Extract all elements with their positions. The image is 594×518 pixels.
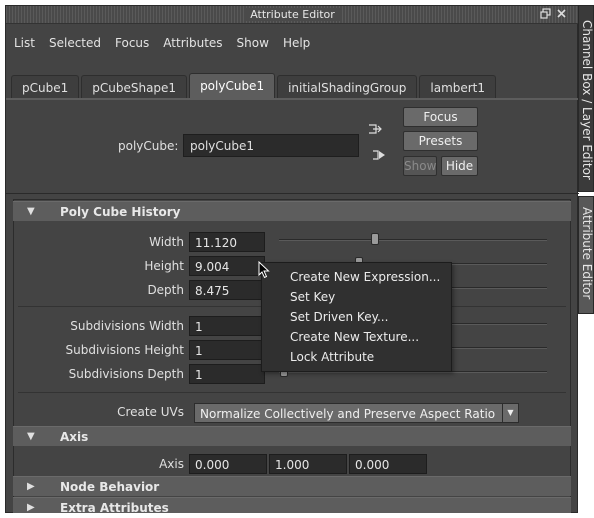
- axis-label: Axis: [159, 457, 184, 471]
- axis-y-field[interactable]: 1.000: [269, 454, 347, 474]
- height-label: Height: [144, 259, 184, 273]
- section-axis[interactable]: ▼ Axis: [13, 426, 571, 446]
- section-label: Extra Attributes: [60, 501, 169, 515]
- menu-focus[interactable]: Focus: [107, 32, 155, 52]
- window-title: Attribute Editor: [244, 8, 341, 21]
- menu-help[interactable]: Help: [275, 32, 316, 52]
- create-uvs-value: Normalize Collectively and Preserve Aspe…: [200, 407, 496, 421]
- create-uvs-dropdown[interactable]: Normalize Collectively and Preserve Aspe…: [194, 403, 519, 423]
- attribute-context-menu: Create New Expression... Set Key Set Dri…: [261, 262, 452, 372]
- hide-button[interactable]: Hide: [441, 156, 478, 176]
- close-icon[interactable]: [555, 8, 567, 20]
- focus-button[interactable]: Focus: [403, 107, 478, 127]
- axis-z-field[interactable]: 0.000: [349, 454, 427, 474]
- width-slider-handle[interactable]: [371, 233, 380, 245]
- tab-initialshadinggroup[interactable]: initialShadingGroup: [277, 75, 418, 99]
- menu-item-lock-attribute[interactable]: Lock Attribute: [262, 349, 451, 369]
- width-slider[interactable]: [279, 239, 547, 241]
- menu-bar: List Selected Focus Attributes Show Help: [6, 32, 316, 52]
- section-node-behavior[interactable]: ▶ Node Behavior: [13, 476, 571, 496]
- width-label: Width: [149, 235, 184, 249]
- mouse-cursor-icon: [258, 260, 270, 282]
- tab-attribute-editor[interactable]: Attribute Editor: [578, 196, 594, 314]
- tab-strip-line: [6, 98, 579, 100]
- section-extra-attributes[interactable]: ▶ Extra Attributes: [13, 497, 571, 515]
- width-field[interactable]: 11.120: [189, 232, 265, 252]
- subdivisions-height-label: Subdivisions Height: [65, 343, 185, 357]
- tab-polycube1[interactable]: polyCube1: [189, 73, 276, 99]
- menu-item-create-new-expression[interactable]: Create New Expression...: [262, 269, 451, 289]
- side-tab-label: Attribute Editor: [580, 207, 594, 300]
- tab-lambert1[interactable]: lambert1: [419, 75, 497, 99]
- collapse-triangle-icon: ▼: [27, 206, 35, 217]
- section-label: Node Behavior: [60, 480, 160, 494]
- subdivisions-width-label: Subdivisions Width: [70, 319, 184, 333]
- subdivisions-width-field[interactable]: 1: [189, 316, 265, 336]
- menu-show[interactable]: Show: [229, 32, 275, 52]
- section-poly-cube-history[interactable]: ▼ Poly Cube History: [13, 201, 571, 221]
- section-label: Poly Cube History: [60, 205, 181, 219]
- subdivisions-height-field[interactable]: 1: [189, 340, 265, 360]
- menu-attributes[interactable]: Attributes: [155, 32, 228, 52]
- node-name-field[interactable]: polyCube1: [183, 134, 359, 157]
- section-label: Axis: [60, 430, 89, 444]
- attribute-editor-window: Attribute Editor List Selected Focus Att…: [5, 5, 579, 515]
- group-divider: [18, 392, 566, 393]
- expand-triangle-icon: ▶: [27, 481, 35, 492]
- menu-item-create-new-texture[interactable]: Create New Texture...: [262, 329, 451, 349]
- depth-field[interactable]: 8.475: [189, 280, 265, 300]
- subdivisions-depth-field[interactable]: 1: [189, 364, 265, 384]
- collapse-triangle-icon: ▼: [27, 431, 35, 442]
- tab-pcubeshape1[interactable]: pCubeShape1: [81, 75, 188, 99]
- menu-item-set-driven-key[interactable]: Set Driven Key...: [262, 309, 451, 329]
- header-separator: [6, 193, 579, 194]
- tab-channel-box-layer-editor[interactable]: Channel Box / Layer Editor: [578, 5, 594, 192]
- height-field[interactable]: 9.004: [189, 256, 265, 276]
- title-bar[interactable]: Attribute Editor: [6, 6, 579, 24]
- node-type-label: polyCube:: [118, 139, 179, 153]
- tab-pcube1[interactable]: pCube1: [11, 75, 80, 99]
- create-uvs-label: Create UVs: [117, 405, 184, 419]
- output-connection-icon[interactable]: [372, 149, 386, 161]
- node-tabs: pCube1 pCubeShape1 polyCube1 initialShad…: [11, 73, 498, 99]
- input-connection-icon[interactable]: [368, 123, 382, 135]
- chevron-down-icon: ▼: [502, 404, 518, 422]
- menu-list[interactable]: List: [6, 32, 41, 52]
- restore-icon[interactable]: [539, 8, 551, 20]
- expand-triangle-icon: ▶: [27, 502, 35, 513]
- presets-button[interactable]: Presets: [403, 131, 478, 151]
- menu-selected[interactable]: Selected: [41, 32, 107, 52]
- menu-item-set-key[interactable]: Set Key: [262, 289, 451, 309]
- side-tab-label: Channel Box / Layer Editor: [580, 20, 594, 180]
- show-button[interactable]: Show: [403, 156, 437, 176]
- axis-x-field[interactable]: 0.000: [189, 454, 267, 474]
- depth-label: Depth: [147, 283, 184, 297]
- subdivisions-depth-label: Subdivisions Depth: [68, 367, 184, 381]
